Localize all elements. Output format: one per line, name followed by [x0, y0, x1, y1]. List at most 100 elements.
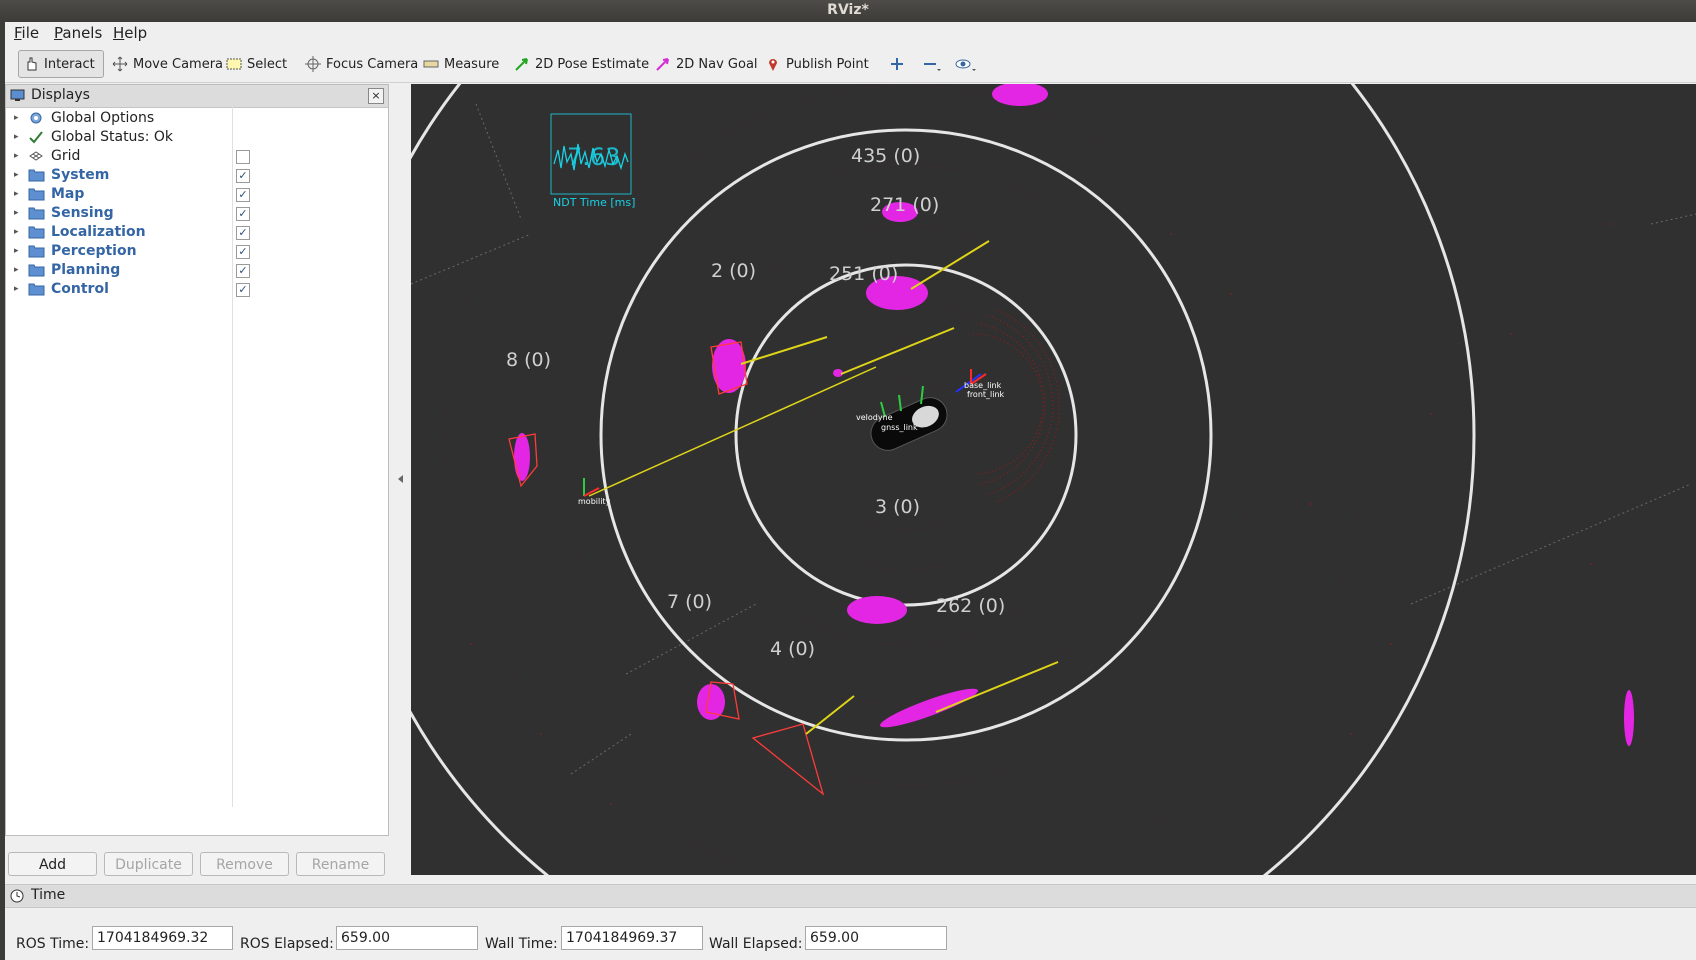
add-tool-button[interactable]: [885, 50, 909, 78]
ros-elapsed-field[interactable]: 659.00: [336, 926, 478, 950]
gear-icon: [30, 112, 42, 124]
display-item-label: Perception: [51, 243, 137, 259]
display-item-label: Planning: [51, 262, 121, 278]
publish-point-label: Publish Point: [786, 56, 869, 72]
expand-arrow-icon[interactable]: ▸: [14, 189, 19, 199]
display-item-global-status[interactable]: ▸ Global Status: Ok: [6, 128, 388, 147]
planning-checkbox[interactable]: ✓: [236, 264, 250, 278]
render-viewport[interactable]: base_link front_link velodyne gnss_link …: [411, 84, 1696, 875]
frame-label-map: mobility: [578, 497, 611, 506]
select-tool-button[interactable]: Select: [222, 50, 291, 78]
lidar-points: [470, 223, 1612, 805]
folder-icon: [28, 283, 45, 296]
expand-arrow-icon[interactable]: ▸: [14, 170, 19, 180]
display-item-system[interactable]: ▸ System ✓: [6, 166, 388, 185]
grid-icon: [29, 151, 43, 161]
measure-tool-button[interactable]: Measure: [419, 50, 503, 78]
wall-elapsed-field[interactable]: 659.00: [805, 926, 947, 950]
focus-camera-label: Focus Camera: [326, 56, 419, 72]
remove-tool-button[interactable]: [918, 50, 946, 78]
display-item-sensing[interactable]: ▸ Sensing ✓: [6, 204, 388, 223]
display-item-control[interactable]: ▸ Control ✓: [6, 280, 388, 299]
rename-display-button[interactable]: Rename: [296, 852, 385, 876]
magenta-arrow-icon: [656, 58, 669, 71]
expand-arrow-icon[interactable]: ▸: [14, 265, 19, 275]
display-item-label: Map: [51, 186, 85, 202]
frame-label-gnss: gnss_link: [881, 423, 918, 432]
expand-arrow-icon[interactable]: ▸: [14, 113, 19, 123]
menu-panels[interactable]: Panels: [54, 24, 102, 42]
add-display-button[interactable]: Add: [8, 852, 97, 876]
nav-goal-label: 2D Nav Goal: [676, 56, 758, 72]
time-panel-title: Time: [31, 887, 66, 903]
ego-vehicle: base_link front_link velodyne gnss_link: [856, 369, 1005, 451]
ndt-time-value: 7.63: [567, 143, 620, 171]
move-camera-label: Move Camera: [133, 56, 224, 72]
menu-file-mnemonic: F: [14, 24, 22, 42]
wall-time-field[interactable]: 1704184969.37: [561, 926, 703, 950]
ruler-icon: [423, 60, 439, 68]
folder-icon: [28, 264, 45, 277]
perception-checkbox[interactable]: ✓: [236, 245, 250, 259]
close-panel-button[interactable]: ×: [368, 88, 384, 104]
hand-icon: [27, 57, 37, 71]
display-item-label: Sensing: [51, 205, 114, 221]
grid-checkbox[interactable]: [236, 150, 250, 164]
monitor-icon: [10, 89, 25, 101]
move-camera-icon: [112, 56, 128, 72]
object-label-4: 4 (0): [770, 638, 815, 660]
display-item-planning[interactable]: ▸ Planning ✓: [6, 261, 388, 280]
control-checkbox[interactable]: ✓: [236, 283, 250, 297]
object-label-2: 2 (0): [711, 260, 756, 282]
display-item-localization[interactable]: ▸ Localization ✓: [6, 223, 388, 242]
expand-arrow-icon[interactable]: ▸: [14, 246, 19, 256]
object-label-251: 251 (0): [829, 263, 898, 285]
expand-arrow-icon[interactable]: ▸: [14, 132, 19, 142]
menu-file[interactable]: File: [14, 24, 39, 42]
select-box-icon: [226, 58, 242, 70]
display-item-grid[interactable]: ▸ Grid: [6, 147, 388, 166]
display-item-map[interactable]: ▸ Map ✓: [6, 185, 388, 204]
object-label-271: 271 (0): [870, 194, 939, 216]
display-item-label: Control: [51, 281, 109, 297]
ros-elapsed-label: ROS Elapsed:: [240, 936, 334, 952]
wall-elapsed-label: Wall Elapsed:: [709, 936, 803, 952]
expand-arrow-icon[interactable]: ▸: [14, 227, 19, 237]
time-panel-header: Time: [5, 884, 1696, 908]
display-item-label: Grid: [51, 148, 81, 164]
displays-panel-header: Displays ×: [6, 85, 388, 108]
panel-splitter[interactable]: [393, 84, 409, 876]
system-checkbox[interactable]: ✓: [236, 169, 250, 183]
duplicate-display-button[interactable]: Duplicate: [104, 852, 193, 876]
localization-checkbox[interactable]: ✓: [236, 226, 250, 240]
menu-help[interactable]: Help: [113, 24, 147, 42]
focus-crosshair-icon: [305, 56, 321, 72]
interact-tool-button[interactable]: Interact: [18, 50, 104, 78]
display-item-global-options[interactable]: ▸ Global Options: [6, 109, 388, 128]
plus-icon: [891, 58, 903, 70]
expand-arrow-icon[interactable]: ▸: [14, 151, 19, 161]
nav-goal-button[interactable]: 2D Nav Goal: [651, 50, 762, 78]
publish-point-button[interactable]: Publish Point: [761, 50, 873, 78]
expand-arrow-icon[interactable]: ▸: [14, 208, 19, 218]
object-label-435: 435 (0): [851, 145, 920, 167]
displays-panel-title: Displays: [31, 87, 90, 103]
view-tool-button[interactable]: [951, 50, 981, 78]
display-item-label: Localization: [51, 224, 146, 240]
pose-estimate-button[interactable]: 2D Pose Estimate: [510, 50, 653, 78]
display-item-perception[interactable]: ▸ Perception ✓: [6, 242, 388, 261]
expand-arrow-icon[interactable]: ▸: [14, 284, 19, 294]
menu-file-label: ile: [21, 24, 40, 42]
move-camera-button[interactable]: Move Camera: [108, 50, 227, 78]
ros-time-field[interactable]: 1704184969.32: [92, 926, 233, 950]
frame-label-velodyne: velodyne: [856, 413, 893, 422]
map-checkbox[interactable]: ✓: [236, 188, 250, 202]
focus-camera-button[interactable]: Focus Camera: [301, 50, 422, 78]
object-label-3: 3 (0): [875, 496, 920, 518]
collapse-arrow-icon: [398, 475, 403, 483]
remove-display-button[interactable]: Remove: [200, 852, 289, 876]
folder-icon: [28, 169, 45, 182]
menu-help-mnemonic: H: [113, 24, 125, 42]
sensing-checkbox[interactable]: ✓: [236, 207, 250, 221]
frame-label-base: base_link: [964, 381, 1002, 390]
